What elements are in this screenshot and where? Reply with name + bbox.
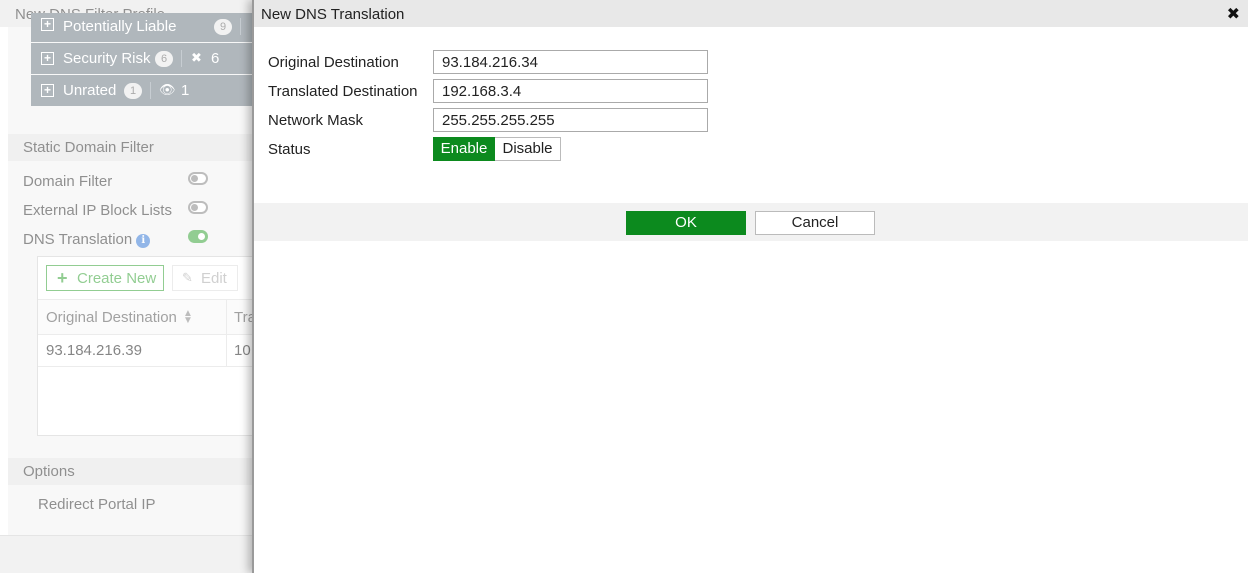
status-enable-button[interactable]: Enable (433, 137, 495, 161)
network-mask-input[interactable] (433, 108, 708, 132)
cancel-button[interactable]: Cancel (755, 211, 875, 235)
original-destination-label: Original Destination (268, 54, 399, 71)
dialog-title-bar: New DNS Translation ✖ (254, 0, 1248, 27)
status-label: Status (268, 141, 311, 158)
translated-destination-input[interactable] (433, 79, 708, 103)
close-icon[interactable]: ✖ (1227, 4, 1240, 24)
new-dns-translation-dialog: New DNS Translation ✖ Original Destinati… (252, 0, 1248, 573)
original-destination-input[interactable] (433, 50, 708, 74)
dialog-title: New DNS Translation (261, 6, 405, 23)
translated-destination-label: Translated Destination (268, 83, 418, 100)
network-mask-label: Network Mask (268, 112, 364, 129)
dialog-footer: OK Cancel (254, 203, 1248, 241)
status-disable-button[interactable]: Disable (495, 137, 561, 161)
ok-button[interactable]: OK (626, 211, 746, 235)
